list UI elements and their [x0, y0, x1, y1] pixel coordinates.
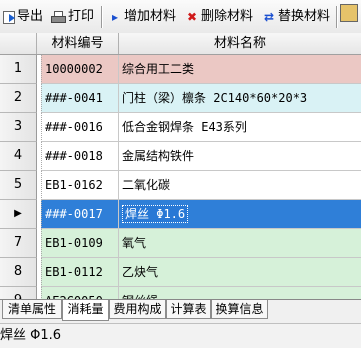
export-label: 导出 — [17, 9, 44, 24]
replace-icon: ⇄ — [263, 10, 275, 24]
replace-material-label: 替换材料 — [278, 9, 331, 24]
row-number: 9 — [0, 287, 37, 299]
toolbar-separator — [101, 6, 103, 28]
row-number: 7 — [0, 229, 37, 258]
table-row[interactable]: 1 10000002 综合用工二类 — [0, 55, 361, 84]
table-row[interactable]: 5 EB1-0162 二氧化碳 — [0, 171, 361, 200]
tab-conversion-info[interactable]: 换算信息 — [211, 300, 268, 319]
material-code[interactable]: EB1-0112 — [41, 258, 119, 287]
printer-icon — [51, 10, 66, 24]
table-row-selected[interactable]: ▶ ###-0017 焊丝 Φ1.6 — [0, 200, 361, 229]
grid-header: 材料编号 材料名称 — [0, 33, 361, 55]
row-number: 4 — [0, 142, 37, 171]
delete-icon: ✖ — [186, 10, 198, 24]
row-number: 2 — [0, 84, 37, 113]
material-code[interactable]: AE2C0050 — [41, 287, 119, 299]
row-number: 5 — [0, 171, 37, 200]
bottom-tabs: 清单属性 消耗量 费用构成 计算表 换算信息 — [0, 299, 361, 324]
add-material-icon: ▸ — [111, 10, 119, 24]
table-row[interactable]: 2 ###-0041 门柱（梁）檩条 2C140*60*20*3 — [0, 84, 361, 113]
material-code[interactable]: ###-0018 — [41, 142, 119, 171]
material-name[interactable]: 门柱（梁）檩条 2C140*60*20*3 — [119, 84, 361, 113]
row-number: 3 — [0, 113, 37, 142]
material-name[interactable]: 氧气 — [119, 229, 361, 258]
delete-material-label: 删除材料 — [201, 9, 254, 24]
add-material-button[interactable]: ▸ 增加材料 — [108, 7, 176, 27]
table-row[interactable]: 3 ###-0016 低合金钢焊条 E43系列 — [0, 113, 361, 142]
row-pointer-icon: ▶ — [0, 200, 37, 229]
add-material-label: 增加材料 — [124, 9, 177, 24]
toolbar-separator — [336, 6, 338, 28]
toolbar: 导出 打印 ▸ 增加材料 ✖ 删除材料 ⇄ 替换材料 — [0, 0, 361, 34]
row-number: 1 — [0, 55, 37, 84]
table-row[interactable]: 8 EB1-0112 乙炔气 — [0, 258, 361, 287]
column-header-name[interactable]: 材料名称 — [119, 33, 361, 54]
row-number: 8 — [0, 258, 37, 287]
material-name[interactable]: 金属结构铁件 — [119, 142, 361, 171]
replace-material-button[interactable]: ⇄ 替换材料 — [262, 7, 330, 27]
table-row[interactable]: 7 EB1-0109 氧气 — [0, 229, 361, 258]
material-code[interactable]: ###-0016 — [41, 113, 119, 142]
toolbar-overflow-icon[interactable] — [340, 4, 358, 22]
delete-material-button[interactable]: ✖ 删除材料 — [185, 7, 253, 27]
table-row[interactable]: 4 ###-0018 金属结构铁件 — [0, 142, 361, 171]
material-name[interactable]: 综合用工二类 — [119, 55, 361, 84]
print-label: 打印 — [68, 9, 95, 24]
export-button[interactable]: 导出 — [3, 7, 43, 27]
material-name[interactable]: 二氧化碳 — [119, 171, 361, 200]
status-bar: 焊丝 Φ1.6 — [0, 323, 361, 348]
materials-grid: 材料编号 材料名称 1 10000002 综合用工二类 2 ###-0041 门… — [0, 33, 361, 299]
export-icon — [3, 10, 15, 24]
tab-cost-composition[interactable]: 费用构成 — [109, 300, 166, 319]
tab-consumption[interactable]: 消耗量 — [62, 300, 109, 321]
material-code[interactable]: 10000002 — [41, 55, 119, 84]
material-code[interactable]: ###-0041 — [41, 84, 119, 113]
rownum-header — [0, 33, 37, 54]
material-code[interactable]: EB1-0162 — [41, 171, 119, 200]
tab-list-attributes[interactable]: 清单属性 — [2, 300, 62, 319]
table-row[interactable]: 9 AE2C0050 钢丝绳 — [0, 287, 361, 299]
material-name[interactable]: 钢丝绳 — [119, 287, 361, 299]
material-name[interactable]: 低合金钢焊条 E43系列 — [119, 113, 361, 142]
print-button[interactable]: 打印 — [51, 7, 94, 27]
column-header-code[interactable]: 材料编号 — [37, 33, 119, 54]
material-code[interactable]: ###-0017 — [41, 200, 119, 229]
material-name[interactable]: 乙炔气 — [119, 258, 361, 287]
material-name[interactable]: 焊丝 Φ1.6 — [119, 200, 361, 229]
material-name-editor[interactable]: 焊丝 Φ1.6 — [122, 205, 189, 223]
material-code[interactable]: EB1-0109 — [41, 229, 119, 258]
tab-calculation-table[interactable]: 计算表 — [166, 300, 211, 319]
